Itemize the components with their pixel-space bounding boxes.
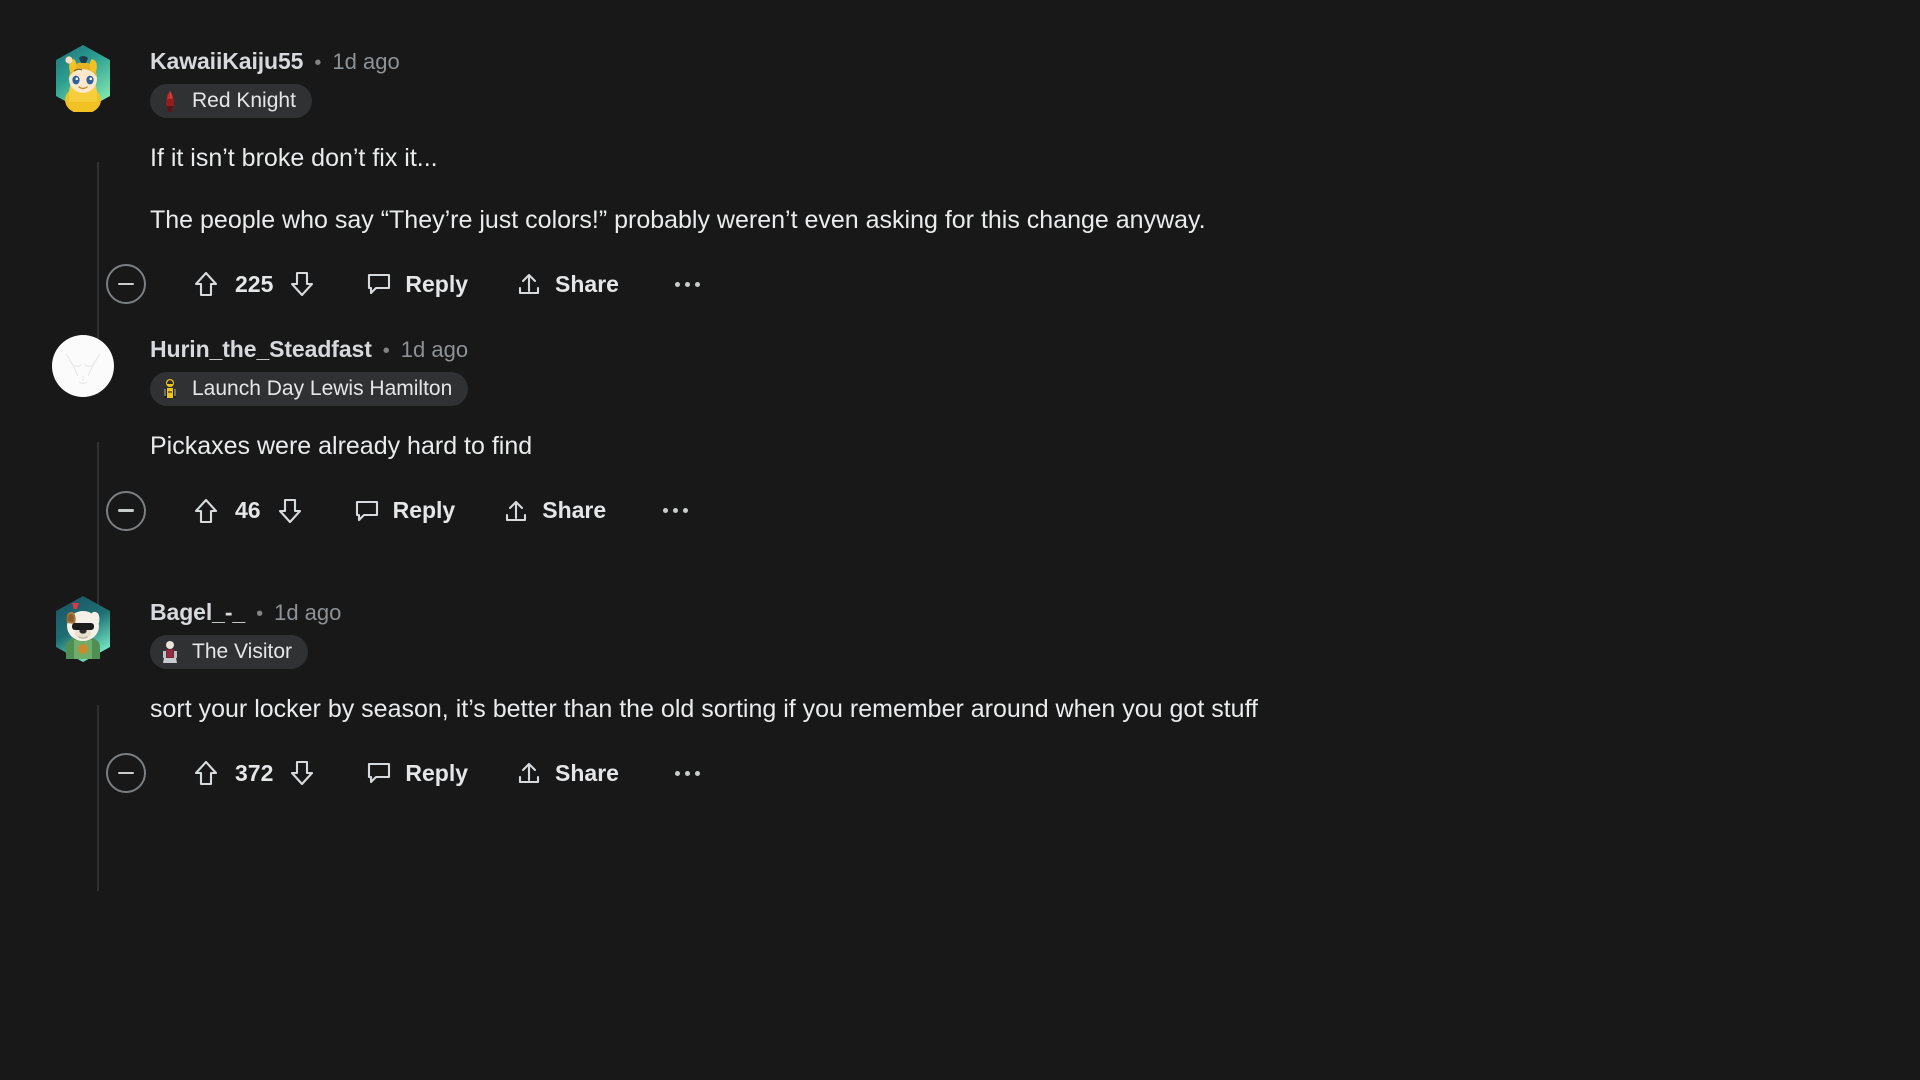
more-options-button[interactable] — [667, 753, 709, 793]
comment-body: sort your locker by season, it’s better … — [150, 670, 1920, 728]
author-flair-label: Launch Day Lewis Hamilton — [192, 377, 453, 400]
byline-separator: • — [382, 340, 390, 362]
comment-header: Hurin_the_Steadfast • 1d ago Launch Day … — [52, 330, 1920, 407]
minus-icon — [118, 509, 134, 512]
comment-header: KawaiiKaiju55 • 1d ago Red Knight — [52, 42, 1920, 119]
share-icon — [506, 500, 527, 521]
vote-group: 46 — [186, 491, 310, 531]
comment-item: Hurin_the_Steadfast • 1d ago Launch Day … — [0, 330, 1920, 624]
more-options-button[interactable] — [667, 264, 709, 304]
comment-actions: 372 Reply Share — [106, 749, 1920, 797]
vote-group: 225 — [186, 264, 322, 304]
vote-count: 46 — [235, 497, 261, 523]
downvote-button[interactable] — [282, 264, 322, 304]
reply-label: Reply — [405, 759, 469, 786]
comment-byline: Bagel_-_ • 1d ago — [150, 599, 341, 626]
the-visitor-icon — [157, 638, 183, 665]
comment-item: KawaiiKaiju55 • 1d ago Red Knight If it … — [0, 42, 1920, 394]
reply-button[interactable]: Reply — [366, 760, 468, 787]
share-label: Share — [555, 270, 619, 297]
comment-meta: Bagel_-_ • 1d ago The Visitor — [150, 593, 341, 670]
comment-bubble-icon — [368, 273, 391, 295]
share-button[interactable]: Share — [516, 271, 619, 298]
reply-label: Reply — [392, 497, 456, 523]
upvote-button[interactable] — [186, 753, 226, 793]
author-flair[interactable]: Red Knight — [150, 84, 312, 118]
dot-icon — [685, 281, 691, 287]
dot-icon — [695, 770, 701, 776]
author-flair[interactable]: Launch Day Lewis Hamilton — [150, 372, 469, 406]
thread-collapse-line[interactable] — [97, 704, 99, 891]
comment-meta: Hurin_the_Steadfast • 1d ago Launch Day … — [150, 330, 469, 407]
share-icon — [518, 762, 540, 784]
reply-label: Reply — [405, 270, 469, 297]
dot-icon — [672, 508, 678, 513]
comment-paragraph: Pickaxes were already hard to find — [150, 432, 533, 460]
red-knight-icon — [157, 88, 183, 114]
dot-icon — [695, 281, 701, 287]
share-button[interactable]: Share — [516, 760, 619, 787]
share-label: Share — [542, 497, 607, 523]
collapse-comment-button[interactable] — [106, 264, 146, 304]
reply-button[interactable]: Reply — [366, 271, 468, 298]
comment-item: Bagel_-_ • 1d ago The Visitor sort your … — [0, 593, 1920, 891]
comment-meta: KawaiiKaiju55 • 1d ago Red Knight — [150, 42, 400, 119]
minus-icon — [118, 282, 134, 286]
comment-byline: Hurin_the_Steadfast • 1d ago — [150, 336, 468, 363]
share-label: Share — [555, 759, 619, 786]
lewis-hamilton-icon — [157, 376, 183, 402]
comment-bubble-icon — [368, 762, 391, 784]
comment-paragraph: The people who say “They’re just colors!… — [150, 205, 1206, 234]
vote-count: 225 — [235, 270, 274, 297]
vote-count: 372 — [235, 759, 274, 786]
share-icon — [518, 273, 540, 295]
kawaiikaiju55-avatar[interactable] — [52, 44, 114, 112]
author-flair-label: The Visitor — [192, 639, 292, 663]
hurin-the-steadfast-avatar[interactable] — [52, 332, 114, 400]
comment-body: If it isn’t broke don’t fix it... The pe… — [150, 119, 1920, 238]
comment-author[interactable]: Hurin_the_Steadfast — [150, 336, 372, 363]
dot-icon — [675, 770, 681, 776]
upvote-button[interactable] — [186, 264, 226, 304]
comment-actions: 225 Reply Share — [106, 260, 1920, 308]
comment-header: Bagel_-_ • 1d ago The Visitor — [52, 593, 1920, 670]
byline-separator: • — [256, 602, 264, 625]
collapse-comment-button[interactable] — [106, 490, 146, 531]
downvote-button[interactable] — [270, 491, 310, 531]
comment-spacer — [0, 535, 1920, 593]
upvote-button[interactable] — [186, 491, 226, 531]
reply-button[interactable]: Reply — [354, 497, 456, 524]
comment-body: Pickaxes were already hard to find — [150, 407, 1920, 465]
comment-paragraph: If it isn’t broke don’t fix it... — [150, 144, 438, 172]
comment-author[interactable]: KawaiiKaiju55 — [150, 48, 303, 75]
comment-timestamp: 1d ago — [274, 599, 342, 625]
dot-icon — [685, 770, 691, 776]
comment-author[interactable]: Bagel_-_ — [150, 599, 245, 626]
comment-timestamp: 1d ago — [400, 337, 469, 362]
comment-timestamp: 1d ago — [332, 49, 400, 74]
vote-group: 372 — [186, 753, 322, 793]
downvote-button[interactable] — [282, 753, 322, 793]
collapse-comment-button[interactable] — [106, 753, 146, 793]
minus-icon — [118, 771, 134, 775]
more-options-button[interactable] — [654, 491, 696, 531]
bagel-avatar[interactable] — [52, 595, 114, 663]
author-flair-label: Red Knight — [192, 89, 296, 112]
comment-paragraph: sort your locker by season, it’s better … — [150, 694, 1259, 723]
dot-icon — [682, 508, 688, 513]
comment-actions: 46 Reply Share — [106, 487, 1920, 535]
comment-byline: KawaiiKaiju55 • 1d ago — [150, 48, 400, 75]
dot-icon — [662, 508, 668, 513]
comment-bubble-icon — [355, 500, 378, 521]
dot-icon — [675, 281, 681, 287]
byline-separator: • — [314, 52, 322, 74]
share-button[interactable]: Share — [503, 497, 606, 524]
comment-thread: KawaiiKaiju55 • 1d ago Red Knight If it … — [0, 0, 1920, 1080]
author-flair[interactable]: The Visitor — [150, 634, 308, 669]
